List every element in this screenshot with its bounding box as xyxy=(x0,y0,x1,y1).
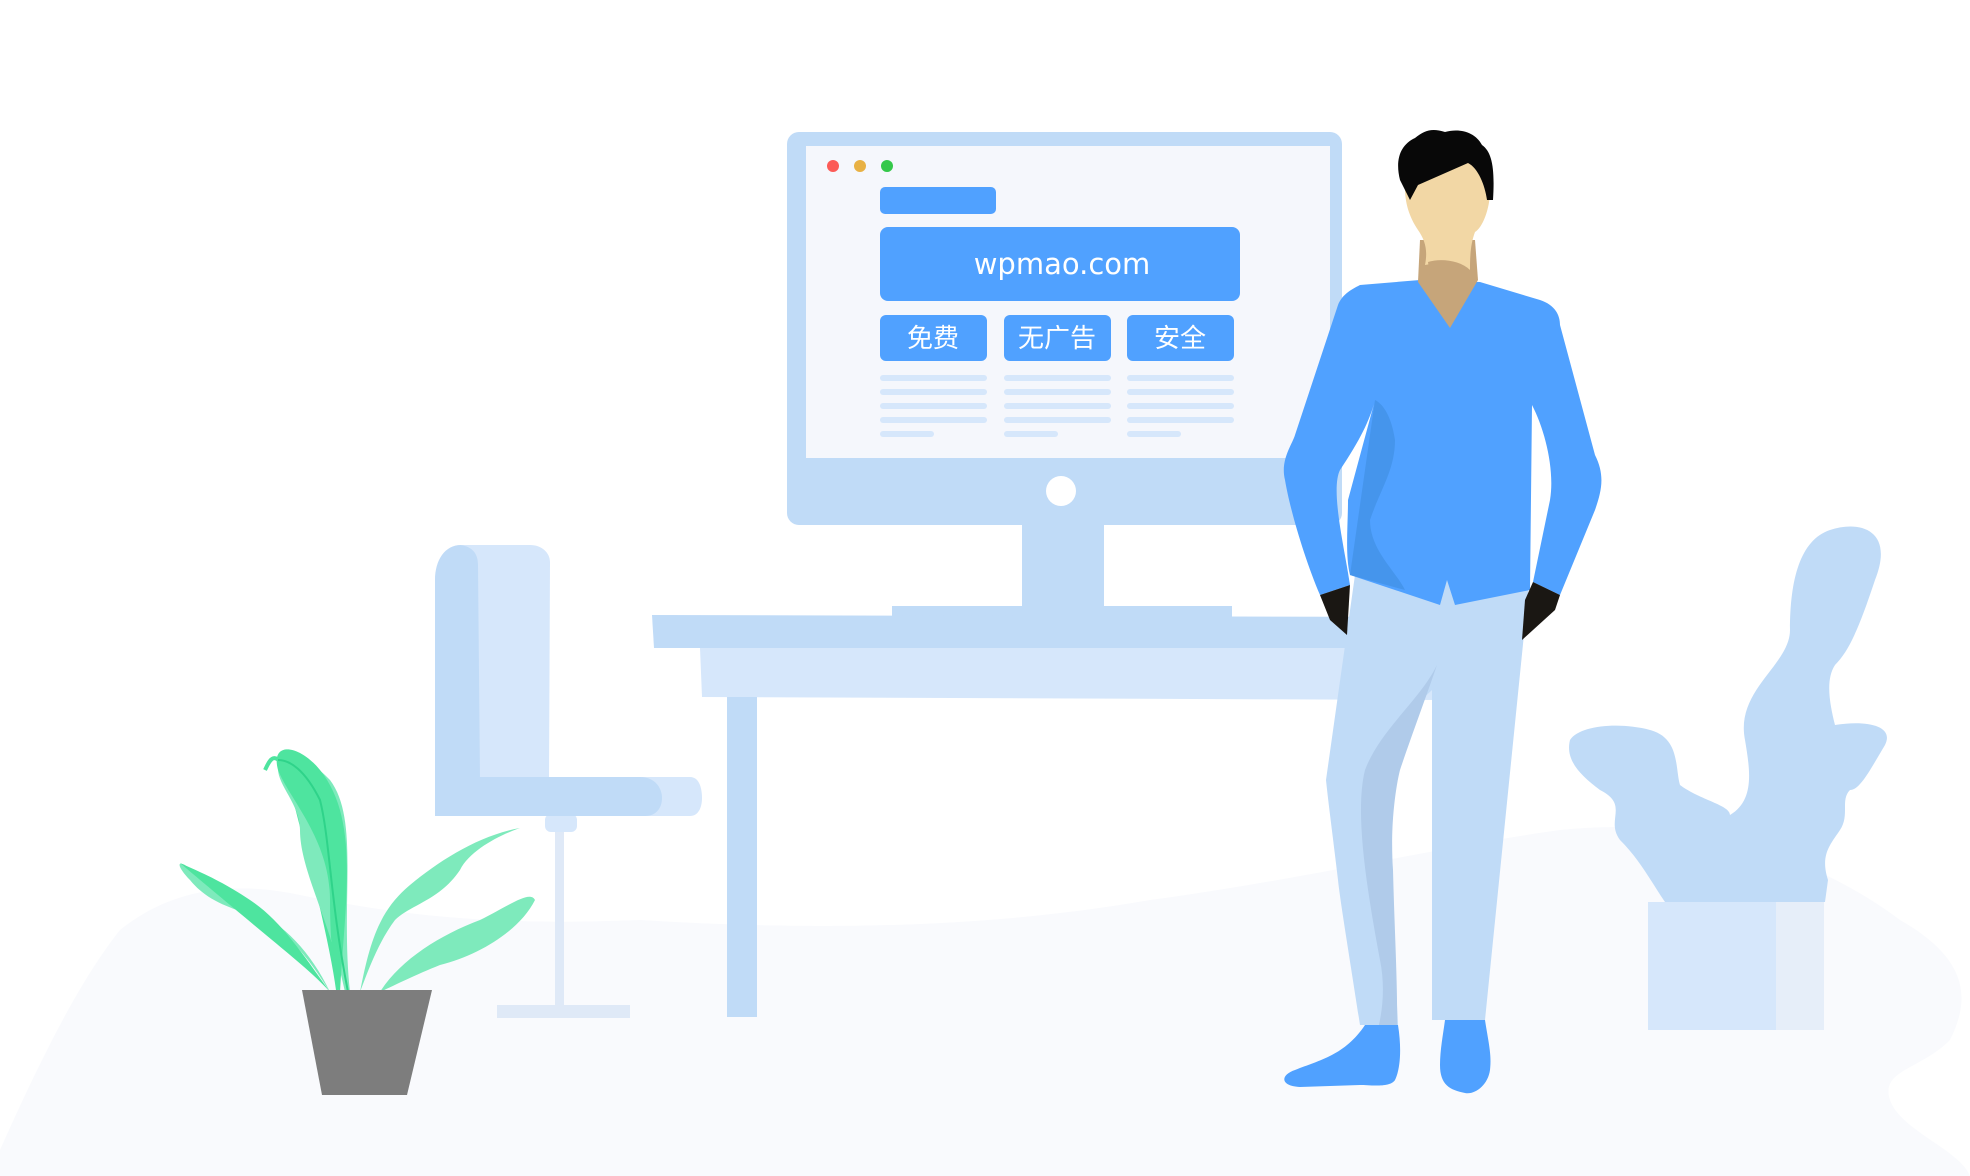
illustration-stage: wpmao.com 免费 无广告 安全 xyxy=(0,0,1970,1176)
desk-top xyxy=(652,615,1440,648)
close-dot-icon[interactable] xyxy=(827,160,839,172)
monitor-power-button xyxy=(1046,476,1076,506)
site-domain-text: wpmao.com xyxy=(974,247,1151,281)
illustration-svg: wpmao.com 免费 无广告 安全 xyxy=(0,130,1970,1176)
desk-front xyxy=(700,648,1440,700)
maximize-dot-icon[interactable] xyxy=(881,160,893,172)
feature-label-no-ads: 无广告 xyxy=(1018,324,1096,354)
logo-placeholder xyxy=(880,187,996,214)
minimize-dot-icon[interactable] xyxy=(854,160,866,172)
person-shoe-right xyxy=(1440,1020,1491,1094)
plant-stand-side xyxy=(1776,902,1824,1030)
person-sweater xyxy=(1283,280,1602,605)
chair-seat xyxy=(435,777,662,816)
chair-post xyxy=(555,817,564,1007)
desk-leg-left xyxy=(727,697,757,1017)
chair-joint xyxy=(545,814,577,832)
chair-base xyxy=(497,1005,630,1018)
feature-label-free: 免费 xyxy=(907,324,959,354)
chair-back xyxy=(435,545,480,780)
feature-label-secure: 安全 xyxy=(1154,324,1206,354)
monitor-stand xyxy=(1022,525,1104,615)
